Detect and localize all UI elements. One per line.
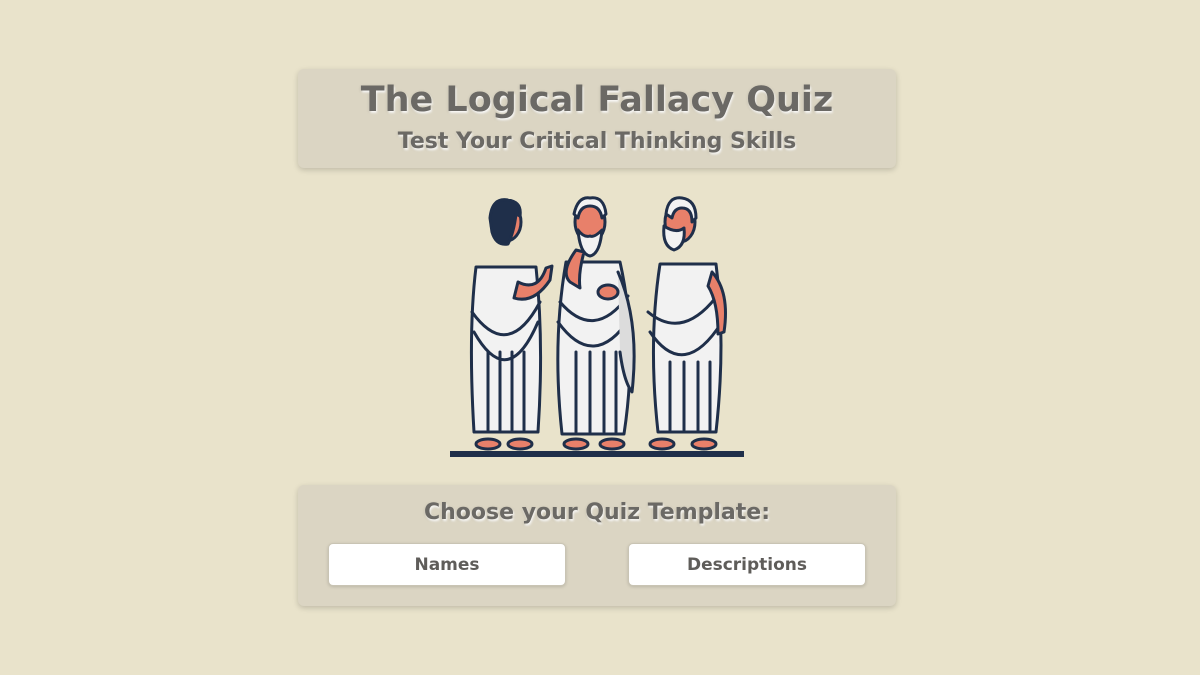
- names-template-button[interactable]: Names: [328, 543, 566, 586]
- philosopher-middle: [556, 196, 636, 451]
- philosophers-illustration: [450, 196, 744, 457]
- descriptions-template-button[interactable]: Descriptions: [628, 543, 866, 586]
- page: The Logical Fallacy Quiz Test Your Criti…: [0, 0, 1200, 675]
- philosopher-right: [646, 196, 727, 451]
- header-card: The Logical Fallacy Quiz Test Your Criti…: [298, 69, 896, 168]
- template-chooser-card: Choose your Quiz Template: Names Descrip…: [298, 485, 896, 606]
- template-chooser-heading: Choose your Quiz Template:: [423, 500, 770, 525]
- page-subtitle: Test Your Critical Thinking Skills: [397, 129, 797, 154]
- page-title: The Logical Fallacy Quiz: [360, 80, 834, 120]
- philosopher-left: [469, 198, 554, 451]
